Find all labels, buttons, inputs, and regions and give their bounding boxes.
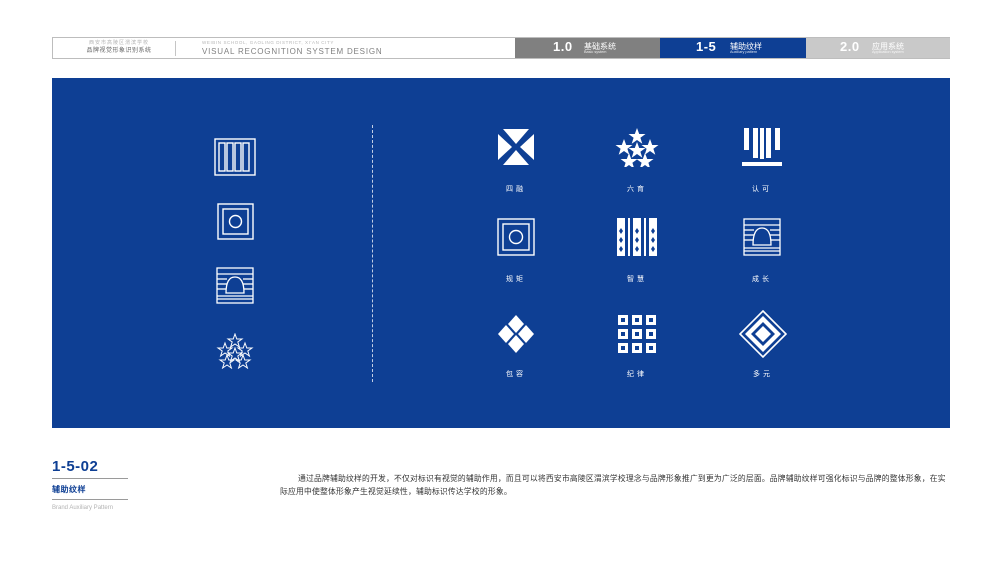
page-code: 1-5-02 — [52, 458, 99, 475]
concentric-square-icon — [497, 218, 535, 256]
tab-sublabel: Auxiliary pattern — [730, 50, 758, 54]
shield-stripes-icon — [742, 127, 782, 167]
pattern-label: 四融 — [506, 186, 526, 193]
english-system-title: VISUAL RECOGNITION SYSTEM DESIGN — [202, 47, 383, 56]
divider-line — [52, 478, 128, 479]
bell-lines-icon — [743, 218, 781, 256]
pattern-label: 纪律 — [627, 371, 647, 378]
pattern-label: 智慧 — [627, 276, 647, 283]
description-text: 通过品牌辅助纹样的开发，不仅对标识有视觉的辅助作用，而且可以将西安市高陵区渭滨学… — [280, 474, 946, 496]
bell-lines-icon — [216, 267, 254, 304]
concentric-square-icon — [217, 203, 254, 240]
tab-number: 1.0 — [553, 39, 573, 54]
pattern-label: 六育 — [627, 186, 647, 193]
divider-line — [52, 499, 128, 500]
tab-number: 2.0 — [840, 39, 860, 54]
tab-application-system[interactable]: 2.0 应用系统 Application system — [806, 38, 950, 58]
grid-squares-icon — [618, 315, 656, 353]
columns-pattern-icon — [214, 138, 256, 176]
stars-outline-icon — [215, 333, 255, 369]
school-name-block: 西安市高陵区渭滨学校 品牌视觉形象识别系统 — [67, 40, 171, 55]
pattern-label: 包容 — [506, 371, 526, 378]
tab-auxiliary-pattern[interactable]: 1-5 辅助纹样 Auxiliary pattern — [660, 38, 806, 58]
four-diamonds-icon — [496, 314, 536, 354]
section-title: 辅助纹样 — [52, 485, 86, 494]
pattern-label: 认可 — [752, 186, 772, 193]
header-separator — [175, 41, 176, 56]
four-triangles-icon — [497, 128, 535, 166]
dashed-divider — [372, 125, 373, 382]
english-title-block: WEIBIN SCHOOL, GAOLING DISTRICT, XI'AN C… — [202, 40, 382, 57]
school-name-line2: 品牌视觉形象识别系统 — [86, 48, 152, 54]
dotted-bars-icon — [617, 218, 657, 256]
nested-diamond-icon — [739, 310, 787, 358]
pattern-label: 多元 — [753, 371, 773, 378]
pattern-label: 规矩 — [506, 276, 526, 283]
six-stars-icon — [615, 127, 659, 167]
tab-number: 1-5 — [696, 39, 717, 54]
tab-basic-system[interactable]: 1.0 基础系统 Basic system — [515, 38, 660, 58]
header-bar: 西安市高陵区渭滨学校 品牌视觉形象识别系统 WEIBIN SCHOOL, GAO… — [52, 37, 950, 59]
tab-sublabel: Basic system — [584, 50, 607, 54]
pattern-label: 成长 — [752, 276, 772, 283]
pattern-panel: 四融 六育 认可 规矩 智慧 成长 包容 纪律 多元 — [52, 78, 950, 428]
school-name-line1: 西安市高陵区渭滨学校 — [88, 40, 149, 46]
section-subtitle: Brand Auxiliary Pattern — [52, 505, 114, 511]
tab-sublabel: Application system — [872, 50, 904, 54]
